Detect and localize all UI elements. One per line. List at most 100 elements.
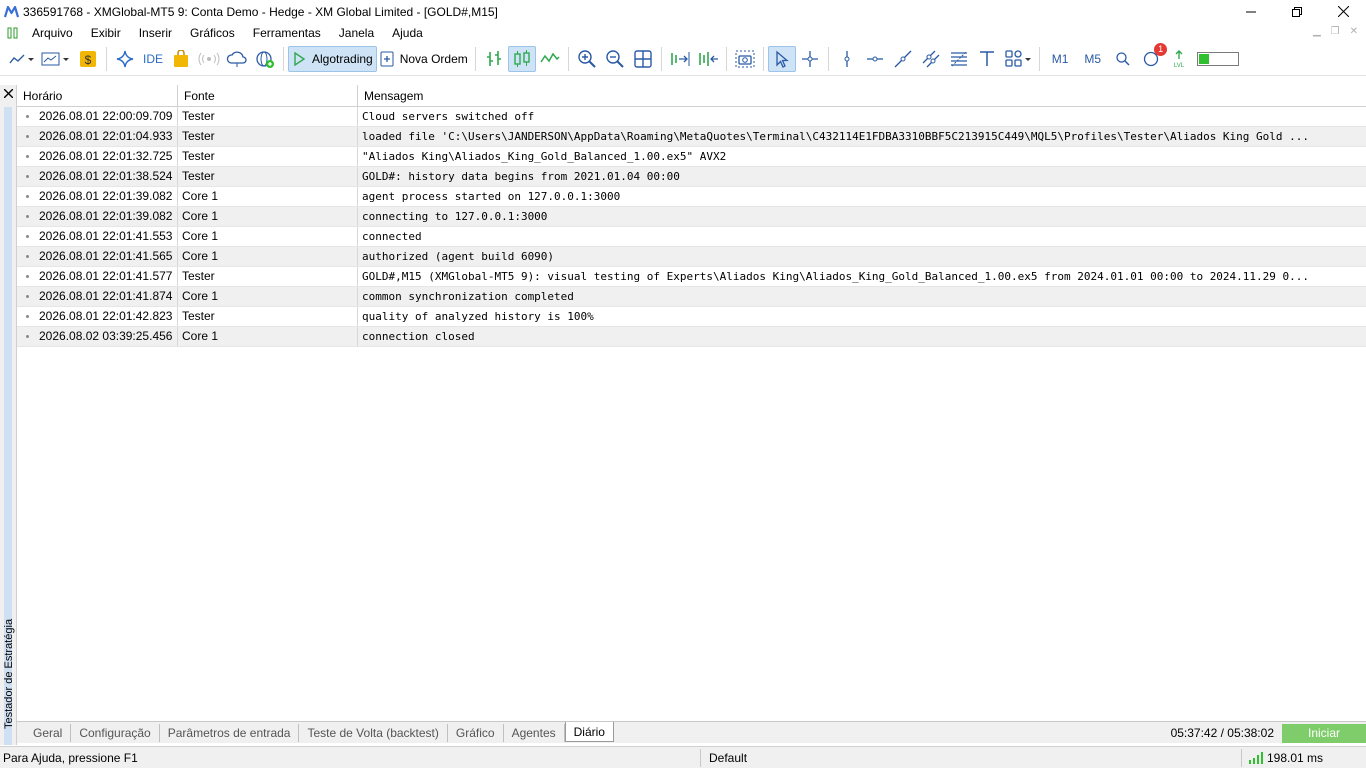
chart-type-dropdown[interactable] [6, 46, 38, 72]
chart-window-icon[interactable] [0, 23, 26, 43]
toolbar-separator [283, 47, 284, 71]
column-header-message[interactable]: Mensagem [358, 85, 1366, 106]
cursor-button[interactable] [767, 46, 796, 72]
menu-exibir[interactable]: Exibir [82, 23, 130, 43]
time-text: 2026.08.01 22:00:09.709 [39, 109, 173, 123]
menu-graficos[interactable]: Gráficos [181, 23, 244, 43]
grid-icon [634, 50, 652, 68]
tab-grafico[interactable]: Gráfico [448, 723, 504, 742]
menu-ferramentas[interactable]: Ferramentas [244, 23, 330, 43]
crosshair-button[interactable] [796, 46, 824, 72]
ping-value: 198.01 ms [1267, 750, 1324, 765]
candlestick-button[interactable] [507, 46, 536, 72]
radio-button[interactable] [195, 46, 223, 72]
text-button[interactable] [973, 46, 1001, 72]
close-button[interactable] [1320, 0, 1366, 23]
new-order-button[interactable]: Nova Ordem [377, 46, 471, 72]
strategy-tester-strip: Testador de Estratégia [0, 85, 17, 745]
toolbar-separator [474, 47, 476, 71]
shapes-dropdown[interactable] [1001, 46, 1035, 72]
menu-arquivo[interactable]: Arquivo [26, 23, 82, 43]
zoom-out-button[interactable] [601, 46, 629, 72]
log-bullet-icon [26, 215, 29, 218]
table-row[interactable]: 2026.08.02 03:39:25.456 Core 1 connection … [17, 327, 1366, 347]
menu-ajuda[interactable]: Ajuda [383, 23, 432, 43]
zoom-in-button[interactable] [573, 46, 601, 72]
svg-text:$: $ [85, 53, 92, 67]
cell-time: 2026.08.01 22:01:41.553 [17, 227, 178, 246]
vps-button[interactable] [251, 46, 279, 72]
cell-source: Core 1 [178, 287, 358, 306]
log-bullet-icon [26, 255, 29, 258]
signal-bag-icon [174, 50, 188, 67]
tab-agentes[interactable]: Agentes [504, 723, 565, 742]
tab-backtest[interactable]: Teste de Volta (backtest) [299, 723, 448, 742]
table-row[interactable]: 2026.08.01 22:01:32.725 Tester "Aliados Ki… [17, 147, 1366, 167]
horizontal-line-button[interactable] [861, 46, 889, 72]
table-row[interactable]: 2026.08.01 22:00:09.709 Tester Cloud serve… [17, 107, 1366, 127]
minimize-button[interactable] [1228, 0, 1274, 23]
table-row[interactable]: 2026.08.01 22:01:41.577 Tester GOLD#,M15 (… [17, 267, 1366, 287]
signals-button[interactable] [167, 46, 195, 72]
start-button[interactable]: Iniciar [1282, 724, 1366, 743]
restore-button[interactable] [1274, 0, 1320, 23]
table-row[interactable]: 2026.08.01 22:01:38.524 Tester GOLD#: hist… [17, 167, 1366, 187]
log-bullet-icon [26, 195, 29, 198]
table-row[interactable]: 2026.08.01 22:01:42.823 Tester quality of … [17, 307, 1366, 327]
time-text: 2026.08.02 03:39:25.456 [39, 329, 173, 343]
log-bullet-icon [26, 155, 29, 158]
chart-profiles-icon [41, 52, 69, 66]
tab-parametros[interactable]: Parâmetros de entrada [160, 723, 300, 742]
trend-line-button[interactable] [889, 46, 917, 72]
algotrading-button[interactable]: Algotrading [288, 46, 377, 72]
table-row[interactable]: 2026.08.01 22:01:04.933 Tester loaded file… [17, 127, 1366, 147]
menu-janela[interactable]: Janela [330, 23, 383, 43]
connection-status[interactable]: 198.01 ms [1242, 751, 1323, 765]
text-icon [979, 51, 994, 66]
log-bullet-icon [26, 335, 29, 338]
screenshot-button[interactable] [731, 46, 759, 72]
connection-level-button[interactable]: LVL [1165, 46, 1193, 72]
log-bullet-icon [26, 235, 29, 238]
column-header-source[interactable]: Fonte [178, 85, 358, 106]
bar-chart-icon [486, 51, 501, 66]
window-title: 336591768 - XMGlobal-MT5 9: Conta Demo -… [23, 4, 498, 19]
table-row[interactable]: 2026.08.01 22:01:41.874 Core 1 common sync… [17, 287, 1366, 307]
profiles-dropdown[interactable] [38, 46, 74, 72]
timeframe-m1[interactable]: M1 [1044, 52, 1077, 66]
menu-inserir[interactable]: Inserir [130, 23, 181, 43]
table-row[interactable]: 2026.08.01 22:01:41.553 Core 1 connected [17, 227, 1366, 247]
auto-scroll-button[interactable] [666, 46, 694, 72]
chart-shift-button[interactable] [694, 46, 722, 72]
mdi-restore-icon[interactable]: ❐ [1331, 26, 1340, 37]
tab-diario[interactable]: Diário [564, 721, 614, 742]
crosshair-icon [801, 51, 818, 67]
close-tester-button[interactable] [2, 87, 15, 100]
cloud-button[interactable] [223, 46, 251, 72]
fibonacci-button[interactable] [945, 46, 973, 72]
table-row[interactable]: 2026.08.01 22:01:39.082 Core 1 connecting … [17, 207, 1366, 227]
vertical-line-button[interactable] [833, 46, 861, 72]
timeframe-m5[interactable]: M5 [1076, 52, 1109, 66]
notifications-button[interactable]: 1 [1137, 43, 1168, 72]
cell-source: Tester [178, 127, 358, 146]
column-header-time[interactable]: Horário [17, 85, 178, 106]
table-row[interactable]: 2026.08.01 22:01:41.565 Core 1 authorized … [17, 247, 1366, 267]
search-button[interactable] [1109, 46, 1137, 72]
market-button[interactable]: $ [74, 46, 102, 72]
ide-button[interactable]: IDE [139, 46, 167, 72]
channel-button[interactable] [917, 46, 945, 72]
line-chart-button[interactable] [536, 46, 564, 72]
strategy-button[interactable] [111, 46, 139, 72]
cloud-icon [226, 51, 247, 67]
tile-windows-button[interactable] [629, 46, 657, 72]
candlestick-icon [514, 50, 530, 67]
toolbar-separator [567, 47, 569, 71]
tab-geral[interactable]: Geral [17, 723, 72, 742]
mdi-close-icon[interactable]: ✕ [1350, 26, 1358, 37]
tab-configuracao[interactable]: Configuração [71, 723, 160, 742]
log-bullet-icon [26, 115, 29, 118]
bar-chart-button[interactable] [480, 46, 508, 72]
table-row[interactable]: 2026.08.01 22:01:39.082 Core 1 agent proce… [17, 187, 1366, 207]
mdi-minimize-icon[interactable]: ▁ [1313, 26, 1321, 37]
